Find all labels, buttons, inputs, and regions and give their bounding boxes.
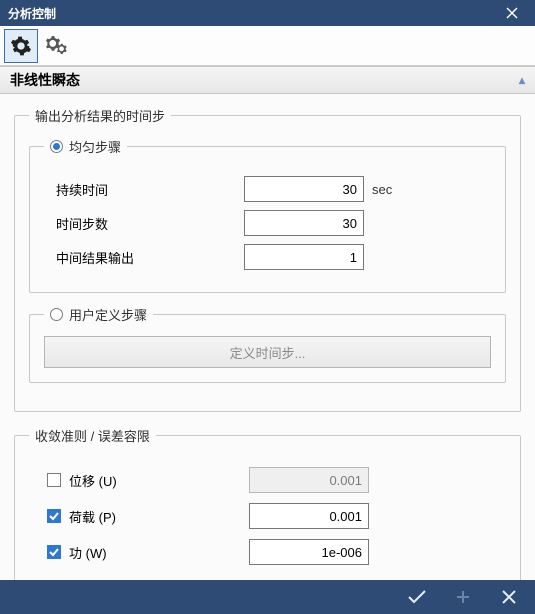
disp-input — [249, 467, 369, 493]
check-icon — [407, 589, 427, 605]
uniform-steps-radio[interactable] — [50, 140, 63, 153]
close-button[interactable] — [497, 3, 527, 23]
duration-unit: sec — [372, 182, 392, 197]
interm-input[interactable] — [244, 244, 364, 270]
bottombar — [0, 580, 535, 614]
double-gear-icon — [45, 35, 69, 57]
work-input[interactable] — [249, 539, 369, 565]
disp-checkbox[interactable] — [47, 473, 61, 487]
steps-row: 时间步数 — [44, 210, 491, 236]
define-timestep-button: 定义时间步... — [44, 336, 491, 368]
window-title: 分析控制 — [8, 5, 497, 22]
load-row: 荷载 (P) — [29, 503, 506, 529]
plus-icon — [455, 589, 471, 605]
duration-row: 持续时间 sec — [44, 176, 491, 202]
collapse-chevron-icon: ▴ — [519, 73, 525, 87]
double-gear-button[interactable] — [40, 29, 74, 63]
titlebar: 分析控制 — [0, 0, 535, 26]
content-area: 输出分析结果的时间步 均匀步骤 持续时间 sec 时间步数 中间结果输出 — [0, 94, 535, 580]
output-timestep-group: 输出分析结果的时间步 均匀步骤 持续时间 sec 时间步数 中间结果输出 — [14, 106, 521, 412]
work-row: 功 (W) — [29, 539, 506, 565]
section-title: 非线性瞬态 — [10, 70, 80, 90]
apply-button[interactable] — [395, 583, 439, 611]
cancel-button[interactable] — [487, 583, 531, 611]
uniform-steps-radio-label: 均匀步骤 — [69, 137, 121, 156]
steps-label: 时间步数 — [44, 214, 244, 233]
steps-input[interactable] — [244, 210, 364, 236]
load-label: 荷载 (P) — [69, 507, 116, 526]
load-checkbox[interactable] — [47, 509, 61, 523]
duration-input[interactable] — [244, 176, 364, 202]
add-button — [441, 583, 485, 611]
work-checkbox[interactable] — [47, 545, 61, 559]
duration-label: 持续时间 — [44, 180, 244, 199]
uniform-steps-legend: 均匀步骤 — [44, 137, 127, 156]
user-steps-group: 用户定义步骤 定义时间步... — [29, 305, 506, 383]
user-steps-legend: 用户定义步骤 — [44, 305, 153, 324]
work-label: 功 (W) — [69, 543, 107, 562]
load-input[interactable] — [249, 503, 369, 529]
user-steps-radio[interactable] — [50, 308, 63, 321]
gear-icon — [10, 35, 32, 57]
convergence-legend: 收敛准则 / 误差容限 — [29, 426, 156, 445]
uniform-steps-group: 均匀步骤 持续时间 sec 时间步数 中间结果输出 — [29, 137, 506, 293]
x-icon — [501, 589, 517, 605]
section-header[interactable]: 非线性瞬态 ▴ — [0, 66, 535, 94]
single-gear-button[interactable] — [4, 29, 38, 63]
output-timestep-legend: 输出分析结果的时间步 — [29, 106, 171, 125]
convergence-group: 收敛准则 / 误差容限 位移 (U) 荷载 (P) — [14, 426, 521, 580]
disp-row: 位移 (U) — [29, 467, 506, 493]
disp-label: 位移 (U) — [69, 471, 117, 490]
user-steps-radio-label: 用户定义步骤 — [69, 305, 147, 324]
interm-row: 中间结果输出 — [44, 244, 491, 270]
interm-label: 中间结果输出 — [44, 248, 244, 267]
toolbar — [0, 26, 535, 66]
